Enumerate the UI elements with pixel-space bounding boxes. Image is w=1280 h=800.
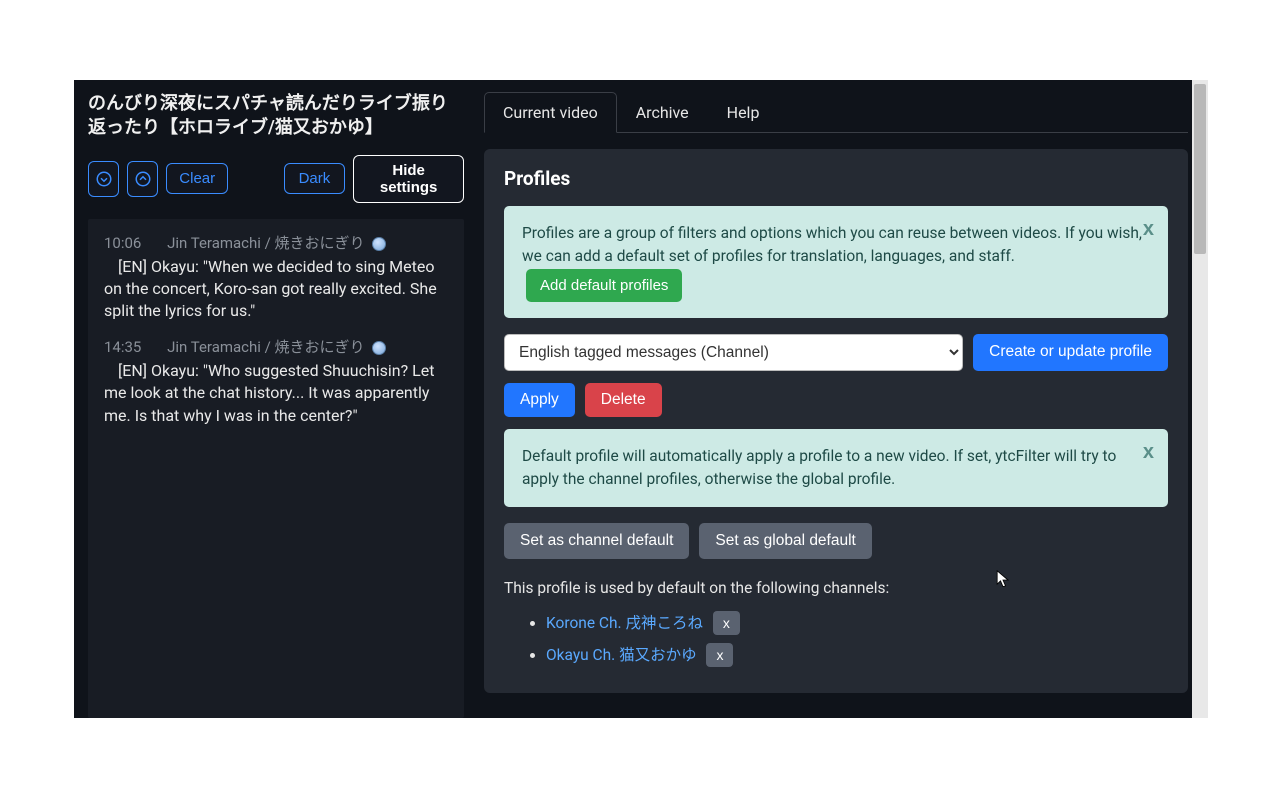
message-body: [EN] Okayu: "Who suggested Shuuchisin? L… bbox=[104, 360, 448, 427]
video-title: のんびり深夜にスパチャ読んだりライブ振り返ったり【ホロライブ/猫又おかゆ】 bbox=[88, 92, 464, 141]
default-profile-alert: x Default profile will automatically app… bbox=[504, 429, 1168, 508]
dark-mode-button[interactable]: Dark bbox=[284, 163, 346, 194]
remove-channel-button[interactable]: x bbox=[706, 643, 733, 667]
tab-current-video[interactable]: Current video bbox=[484, 92, 617, 133]
profiles-intro-text: Profiles are a group of filters and opti… bbox=[522, 224, 1142, 265]
message-author: Jin Teramachi / 焼きおにぎり bbox=[167, 338, 364, 356]
chevron-up-circle-icon bbox=[134, 170, 152, 188]
message-author: Jin Teramachi / 焼きおにぎり bbox=[167, 234, 364, 252]
member-badge-icon bbox=[372, 341, 386, 355]
profile-used-text: This profile is used by default on the f… bbox=[504, 579, 1168, 597]
profiles-panel: Profiles x Profiles are a group of filte… bbox=[484, 149, 1188, 693]
clear-button[interactable]: Clear bbox=[166, 163, 228, 194]
channel-link[interactable]: Okayu Ch. 猫又おかゆ bbox=[546, 646, 697, 664]
message-body: [EN] Okayu: "When we decided to sing Met… bbox=[104, 256, 448, 323]
message-time: 14:35 bbox=[104, 338, 141, 356]
settings-tabs: Current video Archive Help bbox=[484, 92, 1188, 133]
tab-help[interactable]: Help bbox=[708, 92, 779, 133]
channel-link[interactable]: Korone Ch. 戌神ころね bbox=[546, 614, 703, 632]
member-badge-icon bbox=[372, 237, 386, 251]
list-item: Okayu Ch. 猫又おかゆ x bbox=[546, 643, 1168, 667]
remove-channel-button[interactable]: x bbox=[713, 611, 740, 635]
chat-message: 14:35 Jin Teramachi / 焼きおにぎり [EN] Okayu:… bbox=[104, 337, 448, 427]
tab-archive[interactable]: Archive bbox=[617, 92, 708, 133]
chat-messages[interactable]: 10:06 Jin Teramachi / 焼きおにぎり [EN] Okayu:… bbox=[88, 219, 464, 718]
set-global-default-button[interactable]: Set as global default bbox=[699, 523, 871, 559]
hide-settings-button[interactable]: Hide settings bbox=[353, 155, 464, 203]
close-icon[interactable]: x bbox=[1143, 441, 1154, 464]
default-channel-list: Korone Ch. 戌神ころね x Okayu Ch. 猫又おかゆ x bbox=[504, 611, 1168, 667]
profiles-intro-alert: x Profiles are a group of filters and op… bbox=[504, 206, 1168, 318]
default-profile-text: Default profile will automatically apply… bbox=[522, 447, 1116, 488]
close-icon[interactable]: x bbox=[1143, 218, 1154, 241]
scroll-up-button[interactable] bbox=[127, 161, 158, 197]
list-item: Korone Ch. 戌神ころね x bbox=[546, 611, 1168, 635]
message-time: 10:06 bbox=[104, 234, 141, 252]
left-toolbar: Clear Dark Hide settings bbox=[88, 155, 464, 203]
profile-select[interactable]: English tagged messages (Channel) bbox=[504, 334, 963, 371]
create-update-profile-button[interactable]: Create or update profile bbox=[973, 334, 1168, 371]
chat-message: 10:06 Jin Teramachi / 焼きおにぎり [EN] Okayu:… bbox=[104, 233, 448, 323]
scroll-down-button[interactable] bbox=[88, 161, 119, 197]
page-scrollbar[interactable] bbox=[1192, 80, 1208, 718]
apply-button[interactable]: Apply bbox=[504, 383, 575, 417]
profiles-heading: Profiles bbox=[504, 167, 1168, 190]
set-channel-default-button[interactable]: Set as channel default bbox=[504, 523, 689, 559]
chevron-down-circle-icon bbox=[95, 170, 113, 188]
add-default-profiles-button[interactable]: Add default profiles bbox=[526, 269, 682, 302]
scrollbar-thumb[interactable] bbox=[1194, 84, 1206, 254]
delete-button[interactable]: Delete bbox=[585, 383, 662, 417]
